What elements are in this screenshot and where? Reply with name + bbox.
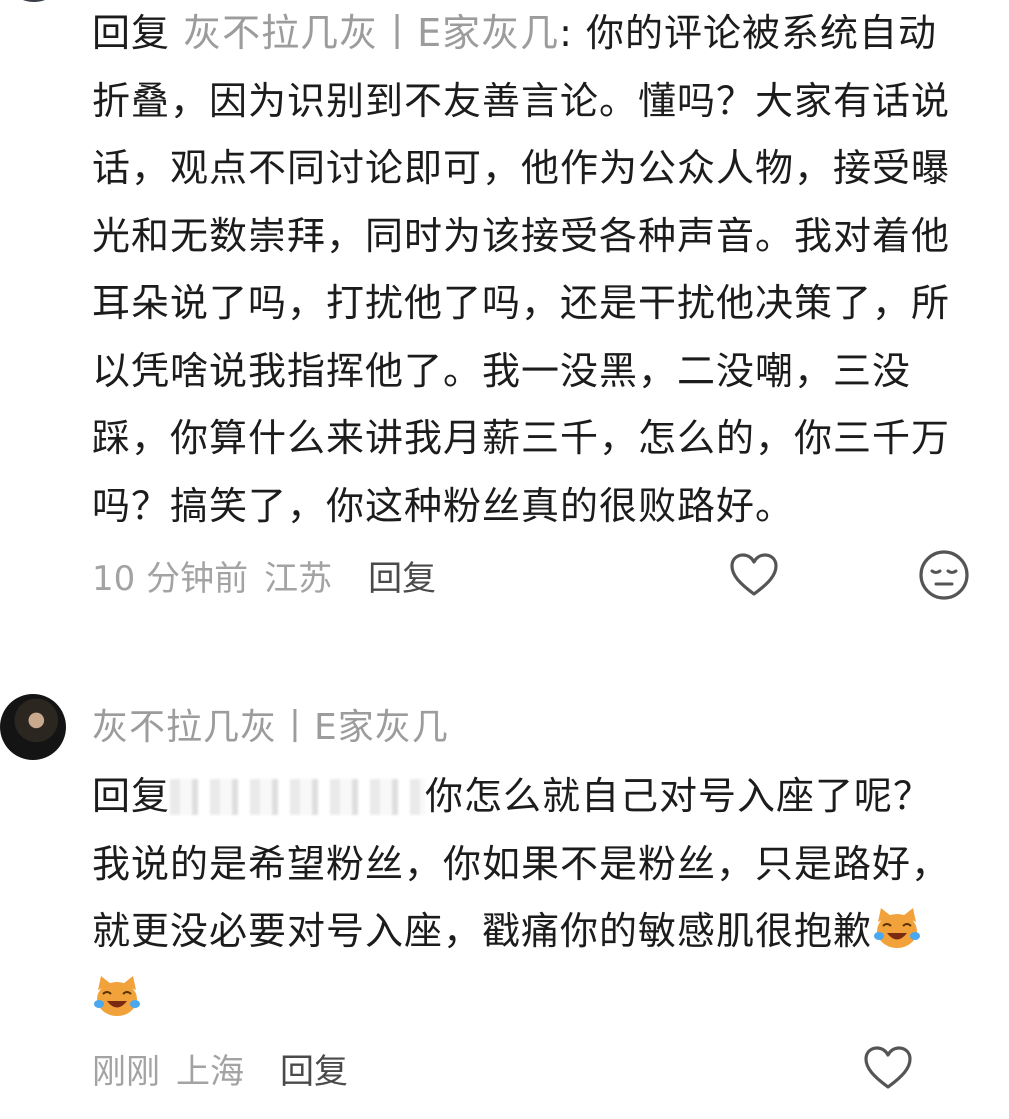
comment-item: 回复 灰不拉几灰丨E家灰几: 你的评论被系统自动折叠，因为识别到不友善言论。懂吗… xyxy=(92,0,971,610)
comment-username[interactable]: 灰不拉几灰丨E家灰几 xyxy=(92,693,971,763)
previous-comment-avatar[interactable] xyxy=(2,0,66,2)
heart-outline-icon[interactable] xyxy=(727,548,781,602)
avatar[interactable] xyxy=(0,694,66,760)
comment-location: 上海 xyxy=(176,1051,244,1092)
heart-outline-icon[interactable] xyxy=(861,1041,915,1095)
expressionless-face-icon[interactable] xyxy=(917,548,971,602)
mention-colon: : xyxy=(559,11,573,55)
comment-body: 回复 灰不拉几灰丨E家灰几: 你的评论被系统自动折叠，因为识别到不友善言论。懂吗… xyxy=(92,0,971,540)
comment-time: 刚刚 xyxy=(92,1051,160,1092)
reply-button[interactable]: 回复 xyxy=(280,1044,348,1093)
comment-location: 江苏 xyxy=(264,558,333,599)
comment-text: 你的评论被系统自动折叠，因为识别到不友善言论。懂吗？大家有话说话，观点不同讨论即… xyxy=(92,11,951,528)
comment-meta: 10 分钟前 江苏 回复 xyxy=(92,540,971,610)
mention-username[interactable]: 灰不拉几灰丨E家灰几 xyxy=(183,11,559,55)
comment-meta: 刚刚 上海 回复 xyxy=(92,1033,971,1103)
reply-prefix: 回复 xyxy=(92,11,171,55)
comment-thread: 回复 灰不拉几灰丨E家灰几: 你的评论被系统自动折叠，因为识别到不友善言论。懂吗… xyxy=(0,0,1009,1119)
laughing-crying-cat-emoji xyxy=(92,972,142,1016)
comment-item: 灰不拉几灰丨E家灰几 回复 你怎么就自己对号入座了呢？我说的是希望粉丝，你如果不是… xyxy=(92,693,971,1103)
reply-button[interactable]: 回复 xyxy=(368,551,436,600)
reply-prefix: 回复 xyxy=(92,774,171,818)
comment-time: 10 分钟前 xyxy=(92,558,249,599)
laughing-crying-cat-emoji xyxy=(872,904,922,948)
blurred-mention xyxy=(170,779,426,815)
comment-body: 回复 你怎么就自己对号入座了呢？我说的是希望粉丝，你如果不是粉丝，只是路好，就更没… xyxy=(92,763,971,1033)
